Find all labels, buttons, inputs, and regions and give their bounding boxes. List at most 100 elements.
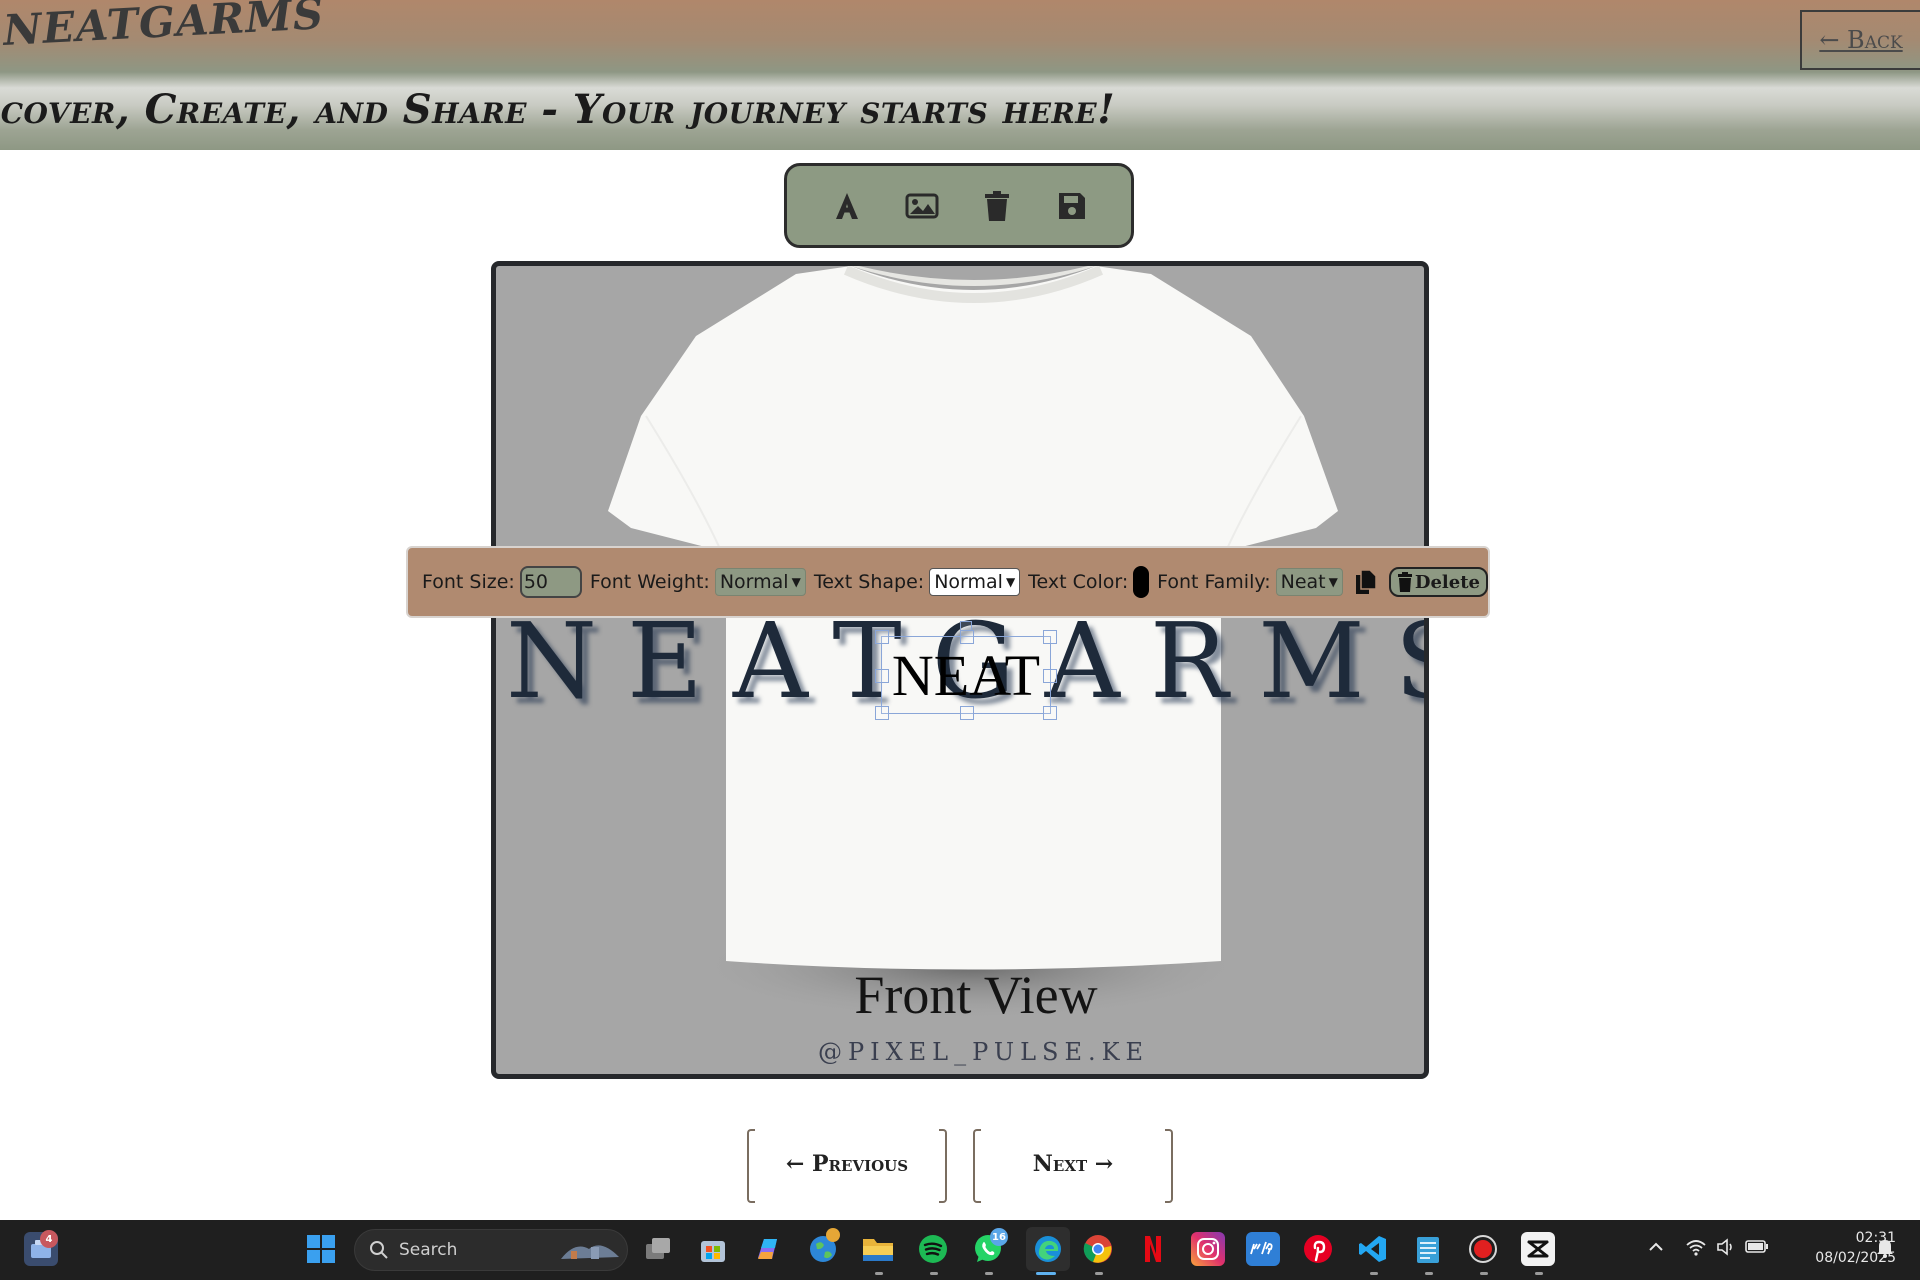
resize-handle-tr[interactable] — [1043, 630, 1057, 644]
netflix-app[interactable] — [1136, 1232, 1170, 1266]
resize-handle-mr[interactable] — [1043, 669, 1057, 683]
font-family-value: Neat — [1280, 571, 1326, 593]
taskbar-search[interactable]: Search — [354, 1229, 628, 1271]
next-button[interactable]: Next → — [973, 1129, 1173, 1203]
editor-toolbar — [784, 163, 1134, 248]
copy-icon — [1355, 569, 1377, 594]
chevron-down-icon: ▼ — [791, 575, 801, 589]
weather-badge — [826, 1228, 840, 1242]
show-hidden-icons-button[interactable] — [1648, 1238, 1664, 1257]
trash-icon — [984, 190, 1009, 221]
resize-handle-ml[interactable] — [875, 669, 889, 683]
search-highlight-icon — [561, 1245, 619, 1259]
resize-handle-bm[interactable] — [960, 706, 974, 720]
resize-handle-br[interactable] — [1043, 706, 1057, 720]
search-placeholder: Search — [399, 1240, 458, 1260]
notifications-button[interactable] — [1875, 1237, 1895, 1263]
font-size-input[interactable] — [519, 566, 582, 598]
text-color-picker[interactable] — [1133, 566, 1150, 598]
task-view-button[interactable] — [641, 1232, 675, 1266]
text-shape-value: Normal — [934, 571, 1003, 593]
edge-icon — [1035, 1236, 1061, 1262]
myhp-app[interactable] — [1246, 1232, 1280, 1266]
spotify-app[interactable] — [916, 1232, 950, 1266]
font-weight-select[interactable]: Normal ▼ — [714, 568, 806, 596]
copilot-icon — [758, 1239, 777, 1259]
windows-taskbar: 4 Search 16 02:31 08/02/2025 — [0, 1220, 1920, 1280]
folder-icon — [863, 1239, 893, 1261]
capcut-app[interactable] — [1521, 1232, 1555, 1266]
save-icon — [1058, 192, 1085, 219]
save-button[interactable] — [1047, 181, 1097, 231]
tagline: scover, Create, and Share - Your journey… — [0, 86, 1116, 133]
running-indicator — [930, 1272, 938, 1275]
record-icon — [1469, 1235, 1497, 1263]
vscode-app[interactable] — [1356, 1232, 1390, 1266]
edge-app[interactable] — [1026, 1227, 1070, 1271]
delete-text-button[interactable]: Delete — [1388, 567, 1488, 597]
image-icon — [905, 193, 938, 218]
add-text-button[interactable] — [822, 181, 872, 231]
add-image-button[interactable] — [897, 181, 947, 231]
font-weight-label: Font Weight: — [589, 571, 710, 593]
front-view-label: Front View — [854, 965, 1098, 1025]
chevron-down-icon: ▼ — [1328, 575, 1338, 589]
instagram-app[interactable] — [1191, 1232, 1225, 1266]
volume-button[interactable] — [1716, 1238, 1736, 1260]
font-family-select[interactable]: Neat ▼ — [1275, 568, 1343, 596]
text-options-bar: Font Size: Font Weight: Normal ▼ Text Sh… — [406, 546, 1490, 618]
text-icon — [835, 192, 858, 219]
resize-handle-bl[interactable] — [875, 706, 889, 720]
text-shape-select[interactable]: Normal ▼ — [929, 568, 1021, 596]
search-icon — [370, 1241, 388, 1259]
selected-text-content[interactable]: NEAT — [882, 637, 1050, 713]
chrome-app[interactable] — [1081, 1232, 1115, 1266]
resize-handle-tl[interactable] — [875, 630, 889, 644]
trash-icon — [1397, 572, 1412, 592]
selected-text-object[interactable]: NEAT — [875, 621, 1057, 720]
clear-button[interactable] — [972, 181, 1022, 231]
task-view-icon — [646, 1238, 670, 1259]
battery-button[interactable] — [1745, 1238, 1769, 1258]
vscode-icon — [1359, 1236, 1386, 1262]
volume-icon — [1717, 1238, 1732, 1256]
text-color-label: Text Color: — [1028, 571, 1129, 593]
app-page: NEATGARMS ← Back scover, Create, and Sha… — [0, 0, 1920, 1280]
chevron-up-icon — [1649, 1242, 1663, 1251]
running-indicator — [1036, 1272, 1056, 1275]
running-indicator — [1095, 1272, 1103, 1275]
chrome-icon — [1083, 1235, 1112, 1263]
watermark-handle: @PIXEL_PULSE.KE — [817, 1038, 1150, 1066]
rotate-handle[interactable] — [960, 621, 972, 631]
myhp-icon — [1250, 1241, 1273, 1255]
battery-icon — [1745, 1240, 1768, 1253]
site-header: NEATGARMS ← Back scover, Create, and Sha… — [0, 0, 1920, 150]
chevron-down-icon: ▼ — [1005, 575, 1016, 589]
resize-handle-tm[interactable] — [960, 630, 974, 644]
file-explorer-app[interactable] — [861, 1232, 895, 1266]
running-indicator — [1425, 1272, 1433, 1275]
previous-button[interactable]: ← Previous — [747, 1129, 947, 1203]
delete-label: Delete — [1414, 571, 1480, 593]
pinterest-app[interactable] — [1301, 1232, 1335, 1266]
notepad-app[interactable] — [1411, 1232, 1445, 1266]
windows-icon — [307, 1235, 335, 1263]
netflix-icon — [1145, 1236, 1161, 1262]
copilot-app[interactable] — [751, 1232, 785, 1266]
capcut-icon — [1527, 1240, 1549, 1258]
wifi-icon — [1686, 1240, 1706, 1256]
wifi-button[interactable] — [1685, 1238, 1707, 1260]
store-app[interactable] — [696, 1232, 730, 1266]
brand-logo[interactable]: NEATGARMS — [2, 0, 325, 55]
running-indicator — [1480, 1272, 1488, 1275]
running-indicator — [985, 1272, 993, 1275]
running-indicator — [875, 1272, 883, 1275]
back-button[interactable]: ← Back — [1800, 10, 1920, 70]
notepad-icon — [1417, 1237, 1439, 1263]
spotify-icon — [919, 1235, 947, 1263]
widgets-badge: 4 — [40, 1230, 58, 1248]
design-canvas[interactable]: NEATGARMS NEAT Front View @PIXEL_PULSE.K… — [491, 261, 1429, 1079]
start-button[interactable] — [304, 1232, 338, 1266]
duplicate-button[interactable] — [1355, 569, 1377, 595]
recorder-app[interactable] — [1466, 1232, 1500, 1266]
